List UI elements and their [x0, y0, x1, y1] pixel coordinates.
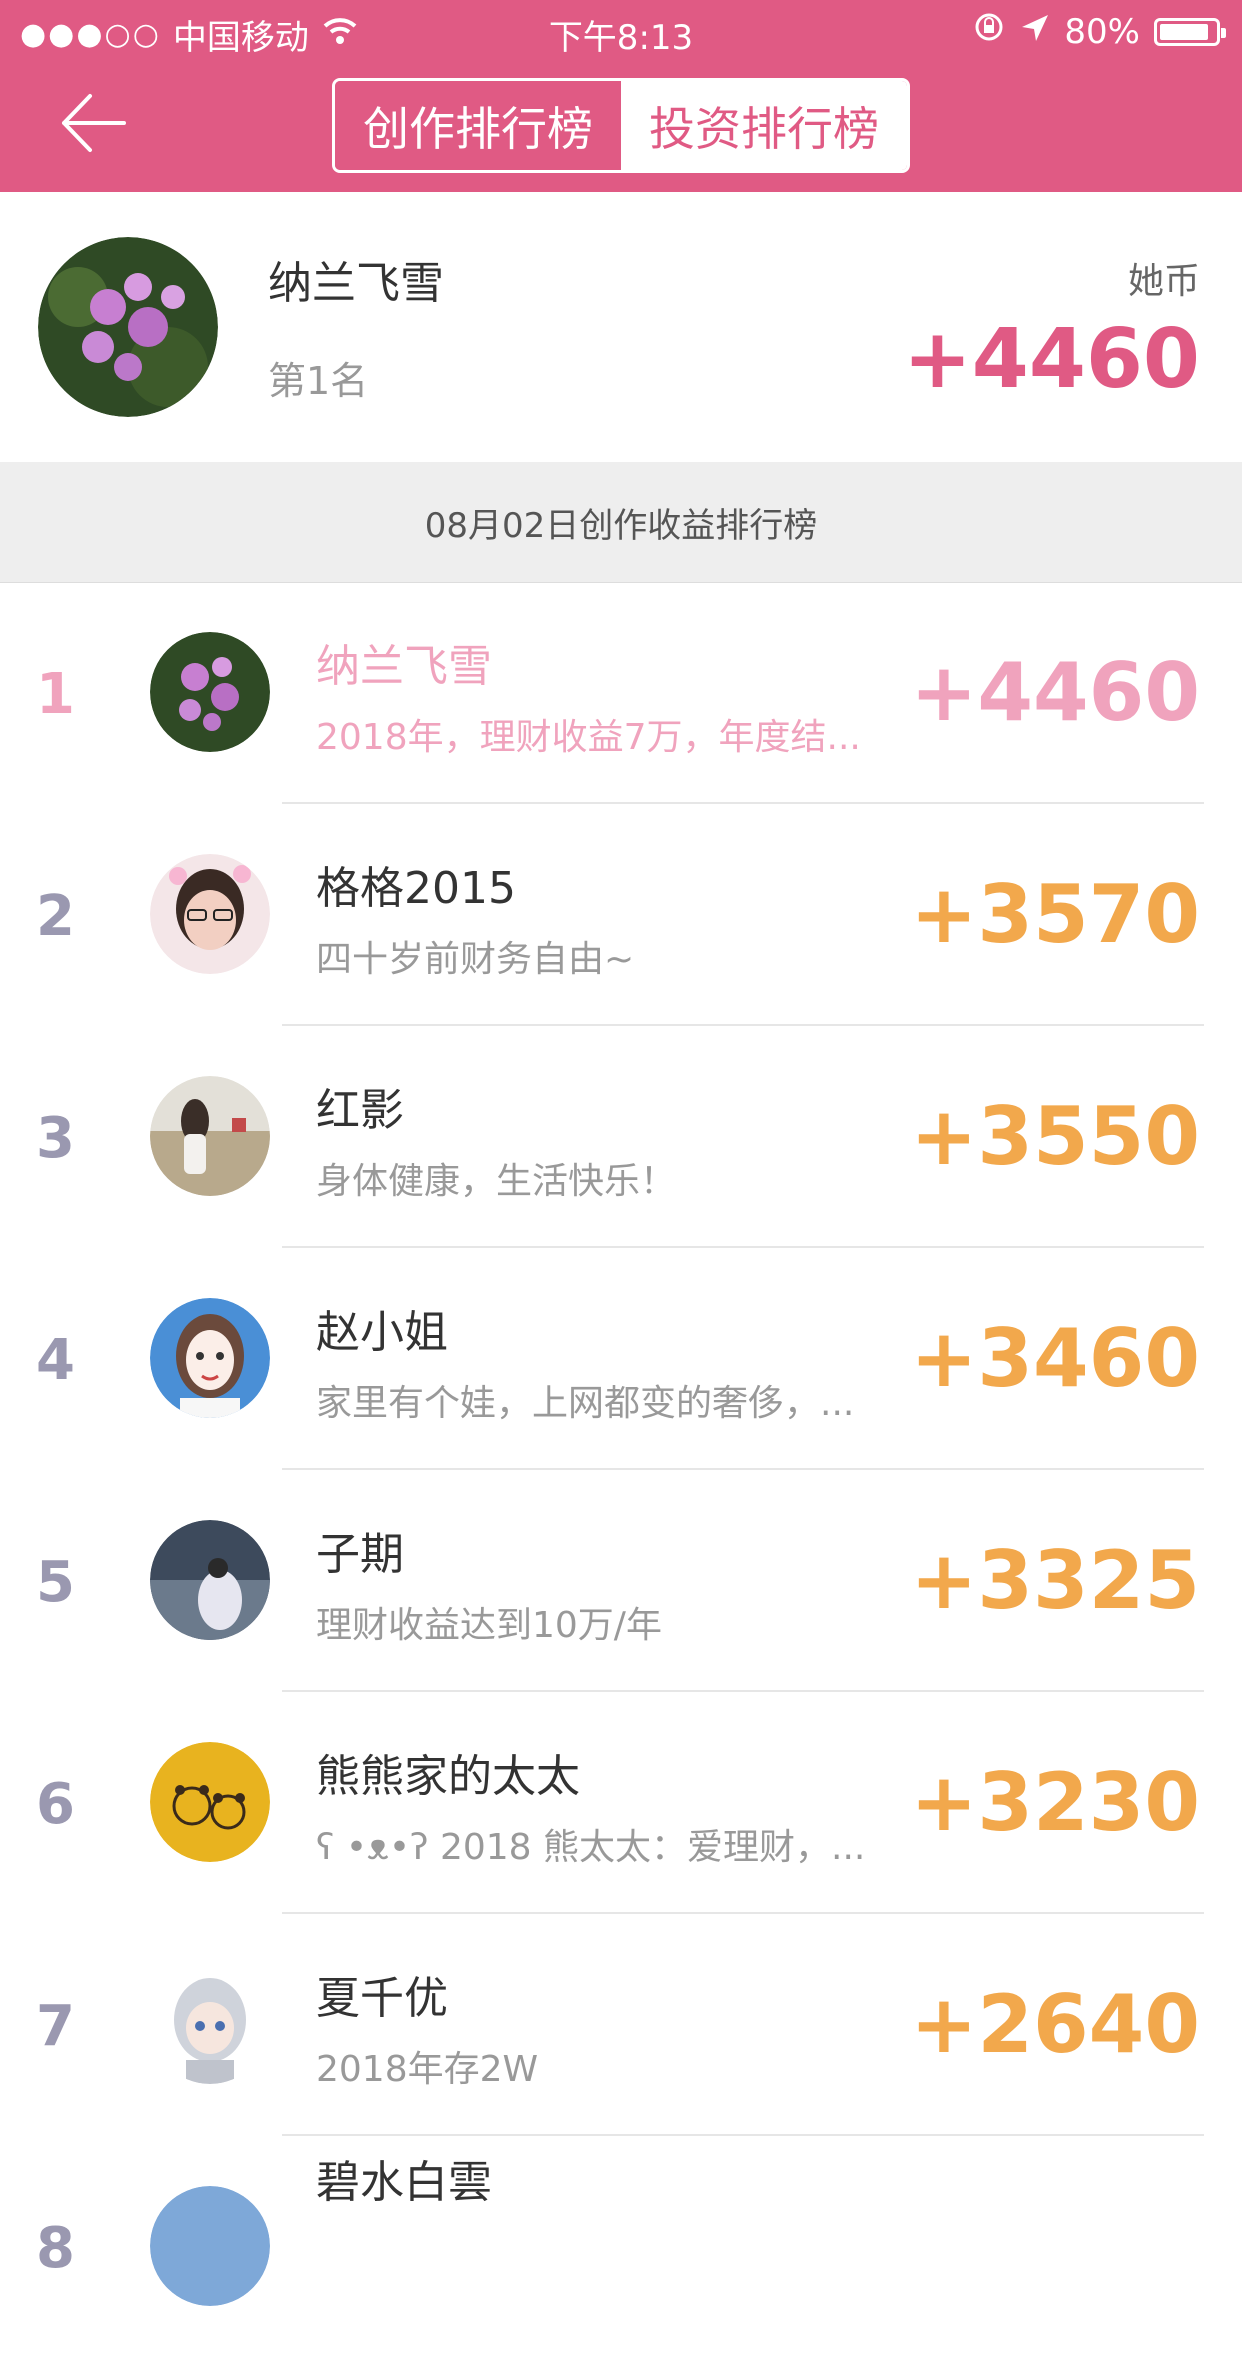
score-value: +3325 — [910, 1534, 1200, 1627]
user-name: 碧水白雲 — [316, 2157, 492, 2208]
back-button[interactable] — [58, 88, 128, 158]
ranking-tab-switcher: 创作排行榜 投资排行榜 — [332, 78, 910, 173]
score-value: +4460 — [910, 646, 1200, 739]
user-name: 赵小姐 — [316, 1307, 448, 1358]
rank-number: 5 — [36, 1550, 75, 1615]
list-item[interactable]: 3 红影 身体健康，生活快乐！ +3550 — [0, 1026, 1242, 1248]
rank-number: 1 — [36, 662, 75, 727]
score-value: +3230 — [910, 1756, 1200, 1849]
my-score: +4460 — [903, 312, 1200, 407]
user-motto: 四十岁前财务自由~ — [316, 939, 635, 980]
avatar — [150, 854, 270, 974]
user-motto: 2018年存2W — [316, 2049, 539, 2090]
status-bar: ●●●○○ 中国移动 下午8:13 80% — [0, 0, 1242, 62]
battery-icon — [1154, 17, 1226, 46]
avatar — [150, 632, 270, 752]
score-value: +3570 — [910, 868, 1200, 961]
rank-number: 3 — [36, 1106, 75, 1171]
my-rank: 第1名 — [268, 359, 369, 403]
list-item[interactable]: 2 格格2015 四十岁前财务自由~ +3570 — [0, 804, 1242, 1026]
list-item[interactable]: 6 熊熊家的太太 ʕ •ᴥ•ʔ 2018 熊太太：爱理财，... +3230 — [0, 1692, 1242, 1914]
user-motto: 2018年，理财收益7万，年度结... — [316, 717, 861, 758]
avatar — [150, 1742, 270, 1862]
user-name: 子期 — [316, 1529, 404, 1580]
rank-number: 2 — [36, 884, 75, 949]
ranking-date-banner: 08月02日创作收益排行榜 — [0, 462, 1242, 583]
rank-number: 7 — [36, 1994, 75, 2059]
rank-number: 6 — [36, 1772, 75, 1837]
tab-creation-ranking[interactable]: 创作排行榜 — [335, 81, 621, 170]
rank-number: 8 — [36, 2216, 75, 2281]
rank-number: 4 — [36, 1328, 75, 1393]
arrow-left-icon — [62, 94, 126, 152]
user-name: 格格2015 — [316, 863, 516, 914]
user-name: 纳兰飞雪 — [316, 641, 492, 692]
user-name: 熊熊家的太太 — [316, 1751, 580, 1802]
user-name: 红影 — [316, 1085, 404, 1136]
list-item[interactable]: 5 子期 理财收益达到10万/年 +3325 — [0, 1470, 1242, 1692]
avatar — [38, 237, 218, 417]
user-motto: 身体健康，生活快乐！ — [316, 1161, 677, 1202]
list-item[interactable]: 4 赵小姐 家里有个娃，上网都变的奢侈，... +3460 — [0, 1248, 1242, 1470]
my-name: 纳兰飞雪 — [268, 258, 444, 309]
list-item[interactable]: 1 纳兰飞雪 2018年，理财收益7万，年度结... +4460 — [0, 582, 1242, 804]
list-item[interactable]: 7 夏千优 2018年存2W +2640 — [0, 1914, 1242, 2136]
avatar — [150, 2186, 270, 2306]
avatar — [150, 1964, 270, 2084]
battery-percent: 80% — [1064, 11, 1140, 52]
rotation-lock-icon — [972, 10, 1006, 53]
avatar — [150, 1076, 270, 1196]
score-value: +3460 — [910, 1312, 1200, 1405]
score-value: +3550 — [910, 1090, 1200, 1183]
header-bar: ●●●○○ 中国移动 下午8:13 80% 创作排行榜 投资排行榜 — [0, 0, 1242, 192]
user-motto: 理财收益达到10万/年 — [316, 1605, 662, 1646]
my-rank-card: 纳兰飞雪 第1名 她币 +4460 — [0, 192, 1242, 462]
score-value: +2640 — [910, 1978, 1200, 2071]
user-motto: 家里有个娃，上网都变的奢侈，... — [316, 1383, 855, 1424]
location-icon — [1020, 12, 1050, 52]
user-name: 夏千优 — [316, 1973, 448, 2024]
avatar — [150, 1298, 270, 1418]
list-item[interactable]: 8 碧水白雲 — [0, 2136, 1242, 2358]
currency-label: 她币 — [1127, 261, 1200, 302]
avatar — [150, 1520, 270, 1640]
tab-investment-ranking[interactable]: 投资排行榜 — [621, 81, 907, 170]
user-motto: ʕ •ᴥ•ʔ 2018 熊太太：爱理财，... — [316, 1827, 866, 1868]
